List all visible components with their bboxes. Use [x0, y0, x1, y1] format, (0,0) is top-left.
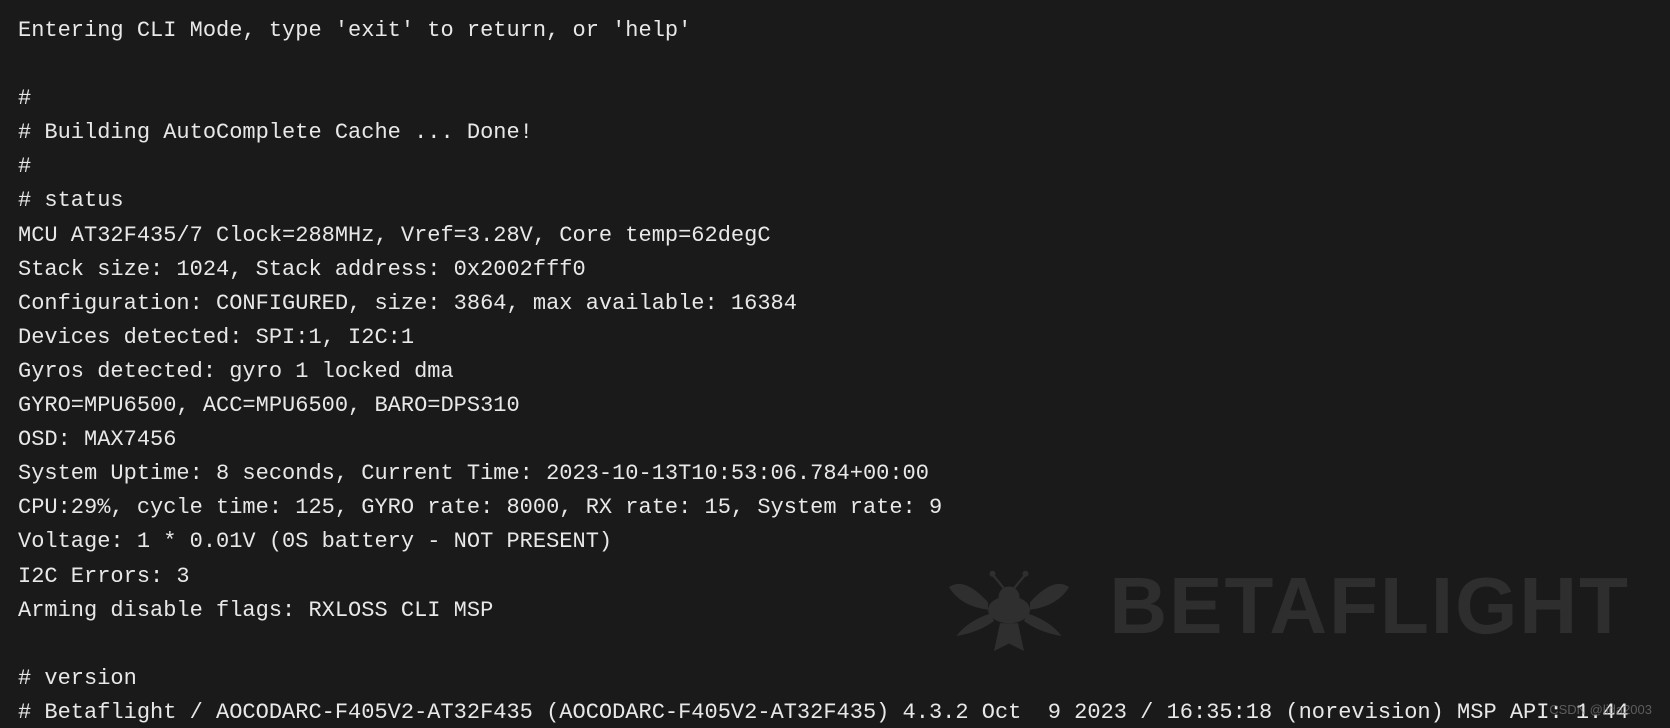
terminal-window: Entering CLI Mode, type 'exit' to return…: [0, 0, 1670, 728]
watermark-container: BETAFLIGHT: [929, 544, 1630, 668]
betaflight-drone-icon: [929, 546, 1089, 666]
betaflight-logo-text: BETAFLIGHT: [1109, 544, 1630, 668]
csdn-watermark: CSDN @lida2003: [1549, 700, 1652, 720]
